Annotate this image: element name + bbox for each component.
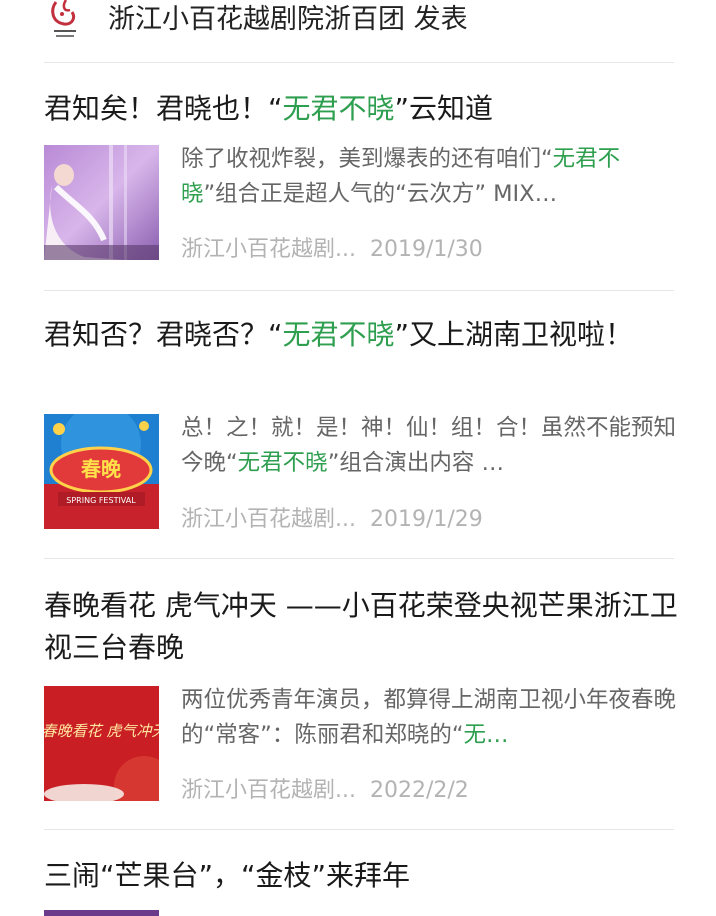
article-divider	[44, 290, 674, 291]
article-thumbnail[interactable]: 春晚 SPRING FESTIVAL	[44, 414, 159, 529]
publish-label: 发表	[413, 4, 468, 35]
article-summary: 除了收视炸裂，美到爆表的还有咱们“无君不晓”组合正是超人气的“云次方” MIX…	[181, 146, 621, 207]
article-thumbnail[interactable]: 春晚看花 虎气冲天	[44, 686, 159, 801]
account-name[interactable]: 浙江小百花越剧院浙百团	[108, 4, 405, 35]
article-title[interactable]: 君知否？君晓否？“无君不晓”又上湖南卫视啦！	[44, 314, 684, 356]
thumbnail-caption: SPRING FESTIVAL	[66, 496, 136, 505]
svg-text:春晚: 春晚	[80, 457, 121, 481]
article-meta: 浙江小百花越剧... 2019/1/30	[181, 231, 483, 263]
article-summary: 两位优秀青年演员，都算得上湖南卫视小年夜春晚的“常客”：陈丽君和郑晓的“无…	[181, 687, 676, 748]
article-date: 2022/2/2	[369, 778, 469, 803]
account-logo[interactable]	[42, 0, 88, 46]
account-title: 浙江小百花越剧院浙百团 发表	[108, 2, 468, 38]
article-meta: 浙江小百花越剧... 2019/1/29	[181, 501, 483, 533]
article-date: 2019/1/30	[369, 237, 483, 262]
article-divider	[44, 558, 674, 559]
account-header: 浙江小百花越剧院浙百团 发表	[0, 0, 716, 60]
article-source: 浙江小百花越剧...	[181, 507, 356, 532]
article-source: 浙江小百花越剧...	[181, 778, 356, 803]
article-title[interactable]: 君知矣！君晓也！“无君不晓”云知道	[44, 88, 684, 130]
article-source: 浙江小百花越剧...	[181, 237, 356, 262]
header-divider	[44, 62, 674, 63]
article-title[interactable]: 三闹“芒果台”，“金枝”来拜年	[44, 855, 684, 897]
article-title[interactable]: 春晚看花 虎气冲天 ——小百花荣登央视芒果浙江卫视三台春晚	[44, 585, 684, 669]
article-date: 2019/1/29	[369, 507, 483, 532]
article-summary: 总！之！就！是！神！仙！组！合！虽然不能预知今晚“无君不晓”组合演出内容 …	[181, 415, 676, 476]
article-meta: 浙江小百花越剧... 2022/2/2	[181, 772, 469, 804]
thumbnail-caption: 春晚看花 虎气冲天	[44, 722, 159, 740]
article-thumbnail[interactable]	[44, 910, 159, 916]
article-divider	[44, 829, 674, 830]
article-thumbnail[interactable]	[44, 145, 159, 260]
